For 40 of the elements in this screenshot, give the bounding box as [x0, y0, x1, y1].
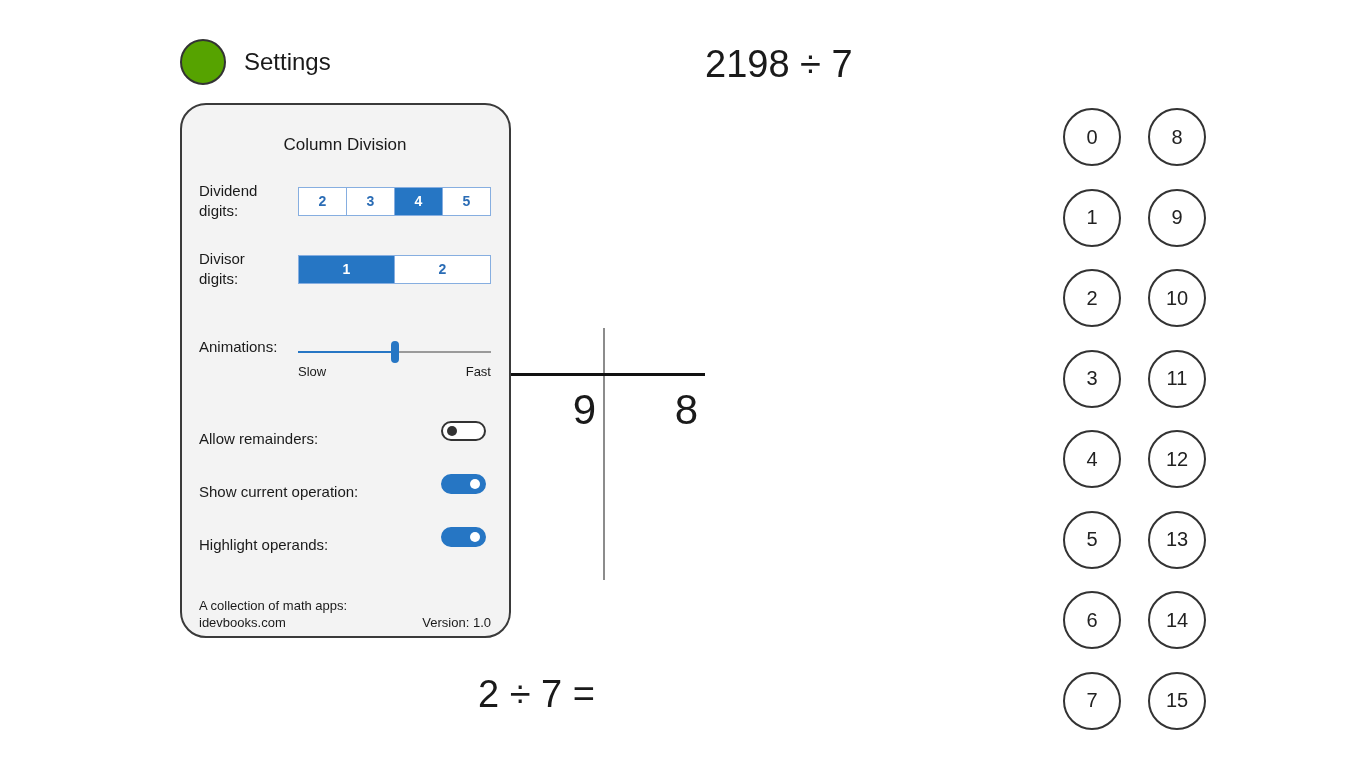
digit-text: 9	[572, 386, 596, 433]
number-button[interactable]: 11	[1148, 349, 1206, 408]
website-link[interactable]: idevbooks.com	[199, 614, 286, 631]
toggle-switch[interactable]	[441, 527, 486, 547]
number-button[interactable]: 9	[1148, 188, 1206, 247]
setting-label: Dividend digits:	[199, 181, 259, 221]
number-button[interactable]: 2	[1063, 269, 1121, 327]
segment-button[interactable]: 4	[394, 187, 442, 215]
number-button[interactable]: 13	[1148, 510, 1206, 569]
number-button[interactable]: 5	[1063, 510, 1121, 569]
toggle-label: Highlight operands:	[199, 535, 329, 555]
problem-title: 2198 ÷ 7	[705, 45, 853, 83]
number-button[interactable]: 15	[1148, 671, 1206, 730]
digit-text: 8	[674, 386, 698, 433]
slider-min-label: Slow	[298, 364, 327, 379]
circle-icon	[180, 39, 226, 85]
number-button[interactable]: 7	[1063, 671, 1121, 730]
number-button[interactable]: 14	[1148, 591, 1206, 649]
setting-label: Divisor digits:	[199, 249, 246, 289]
number-button[interactable]: 12	[1148, 430, 1206, 488]
toggle-switch[interactable]	[441, 474, 486, 494]
segment-button[interactable]: 1	[299, 255, 394, 283]
panel-title: Column Division	[282, 135, 408, 155]
version-text: Version: 1.0	[422, 614, 491, 631]
number-button[interactable]: 0	[1063, 108, 1121, 166]
number-button[interactable]: 4	[1063, 430, 1121, 488]
slider-thumb[interactable]	[390, 341, 399, 363]
footer-note: A collection of math apps:	[199, 598, 348, 613]
number-button[interactable]: 8	[1148, 108, 1206, 166]
toggle-switch[interactable]	[441, 421, 486, 441]
slider-max-label: Fast	[465, 364, 491, 379]
toggle-label: Show current operation:	[199, 482, 359, 502]
number-button[interactable]: 10	[1148, 269, 1206, 327]
number-button[interactable]: 6	[1063, 591, 1121, 649]
setting-label: Animations:	[199, 337, 279, 357]
settings-title: Settings	[244, 47, 331, 77]
number-button[interactable]: 3	[1063, 349, 1121, 408]
number-button[interactable]: 1	[1063, 188, 1121, 247]
operation-text: 2 ÷ 7 =	[478, 675, 595, 713]
toggle-label: Allow remainders:	[199, 429, 319, 449]
